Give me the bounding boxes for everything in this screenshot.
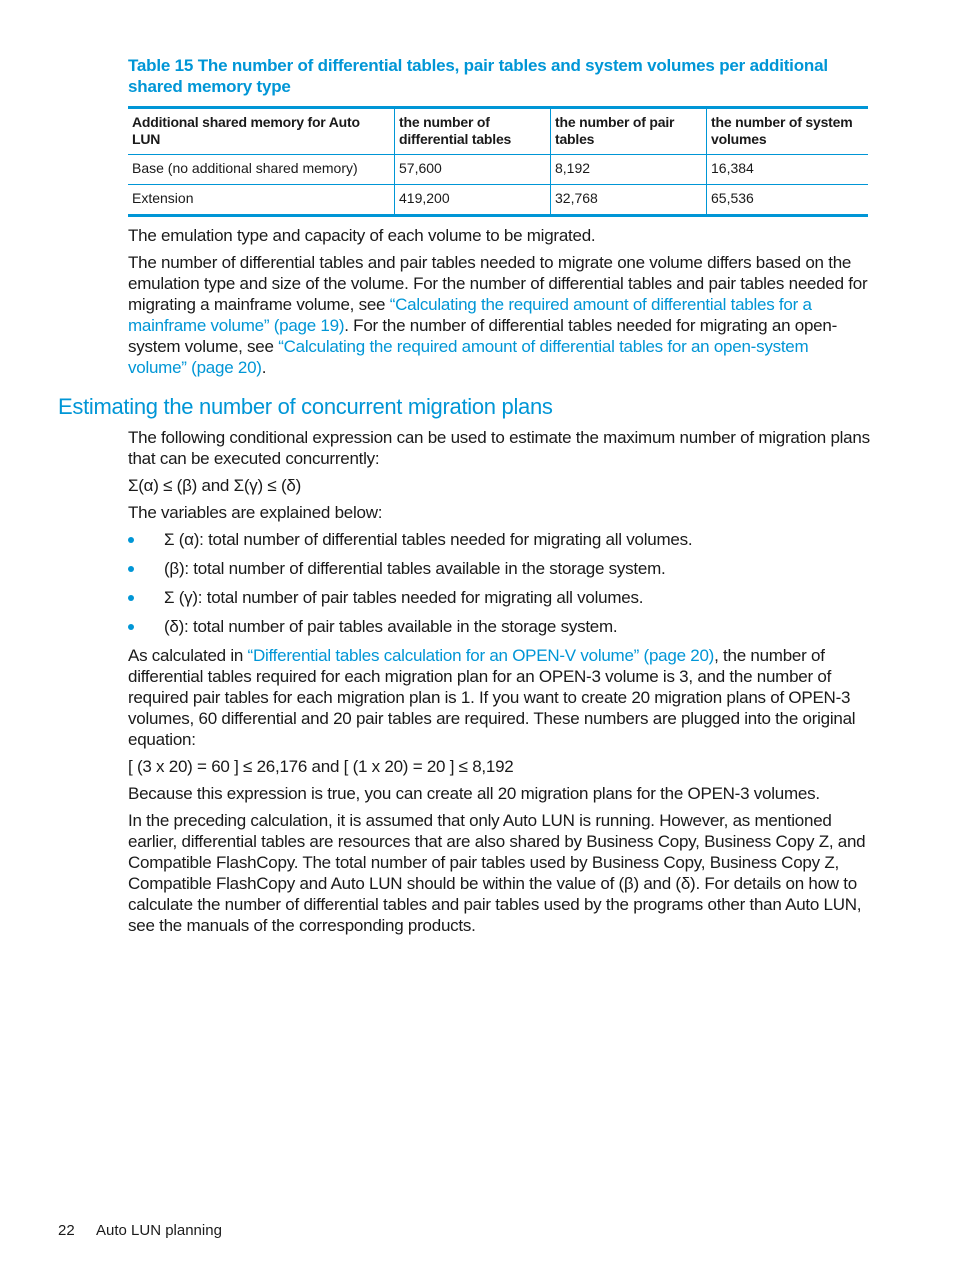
chapter-title: Auto LUN planning xyxy=(96,1222,222,1239)
section-body: The following conditional expression can… xyxy=(128,427,870,942)
column-header: Additional shared memory for Auto LUN xyxy=(128,107,395,155)
equation: [ (3 x 20) = 60 ] ≤ 26,176 and [ (1 x 20… xyxy=(128,757,514,776)
table-cell: Extension xyxy=(128,184,395,216)
table-cell: 32,768 xyxy=(550,184,707,216)
paragraph: In the preceding calculation, it is assu… xyxy=(128,811,866,935)
text: . xyxy=(261,358,267,377)
list-item-text: (β): total number of differential tables… xyxy=(164,559,666,578)
table-cell: Base (no additional shared memory) xyxy=(128,154,395,185)
column-header: the number of system volumes xyxy=(706,107,868,155)
list-item-text: (δ): total number of pair tables availab… xyxy=(164,617,618,636)
paragraph: Because this expression is true, you can… xyxy=(128,784,820,803)
table-cell: 65,536 xyxy=(706,184,868,216)
bullet-icon xyxy=(128,566,134,572)
table-cell: 419,200 xyxy=(394,184,551,216)
table-header-row: Additional shared memory for Auto LUN th… xyxy=(128,107,868,155)
bullet-icon xyxy=(128,537,134,543)
column-header: the number of differential tables xyxy=(394,107,551,155)
text: As calculated in xyxy=(128,646,248,665)
list-item: Σ (α): total number of differential tabl… xyxy=(128,529,870,550)
section-heading: Estimating the number of concurrent migr… xyxy=(58,394,553,419)
intro-text: The emulation type and capacity of each … xyxy=(128,225,870,384)
paragraph: As calculated in “Differential tables ca… xyxy=(128,645,870,750)
page-footer: 22 Auto LUN planning xyxy=(58,1222,222,1239)
expression: Σ(α) ≤ (β) and Σ(γ) ≤ (δ) xyxy=(128,476,301,495)
list-item: (β): total number of differential tables… xyxy=(128,558,870,579)
table-caption: Table 15 The number of differential tabl… xyxy=(128,56,828,96)
table-row: Base (no additional shared memory) 57,60… xyxy=(128,154,868,185)
list-item-text: Σ (α): total number of differential tabl… xyxy=(164,530,693,549)
paragraph: The following conditional expression can… xyxy=(128,428,870,468)
table-cell: 57,600 xyxy=(394,154,551,185)
list-item: Σ (γ): total number of pair tables neede… xyxy=(128,587,870,608)
list-item: (δ): total number of pair tables availab… xyxy=(128,616,870,637)
paragraph: The variables are explained below: xyxy=(128,503,383,522)
column-header: the number of pair tables xyxy=(550,107,707,155)
table-cell: 16,384 xyxy=(706,154,868,185)
paragraph: The emulation type and capacity of each … xyxy=(128,226,596,245)
bullet-icon xyxy=(128,595,134,601)
shared-memory-table: Additional shared memory for Auto LUN th… xyxy=(128,106,868,217)
table-cell: 8,192 xyxy=(550,154,707,185)
link-open-v-volume[interactable]: “Differential tables calculation for an … xyxy=(248,646,715,665)
bullet-icon xyxy=(128,624,134,630)
variables-list: Σ (α): total number of differential tabl… xyxy=(128,529,870,637)
table-row: Extension 419,200 32,768 65,536 xyxy=(128,184,868,216)
page-number: 22 xyxy=(58,1222,75,1239)
list-item-text: Σ (γ): total number of pair tables neede… xyxy=(164,588,644,607)
paragraph: The number of differential tables and pa… xyxy=(128,252,870,378)
